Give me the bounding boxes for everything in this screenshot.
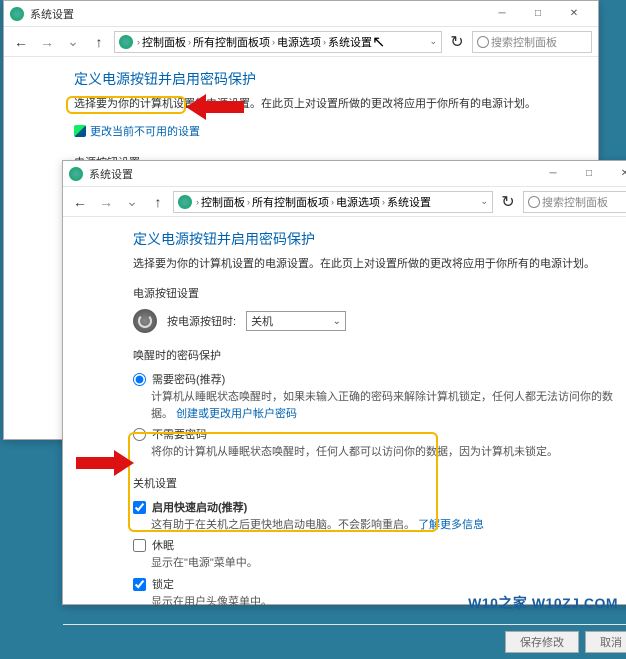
close-button[interactable]: ✕	[556, 2, 592, 26]
power-button-label: 按电源按钮时:	[167, 313, 236, 329]
minimize-button[interactable]: ─	[484, 2, 520, 26]
maximize-button[interactable]: □	[520, 2, 556, 26]
forward-button[interactable]: →	[95, 191, 117, 213]
radio-need-password-input[interactable]	[133, 373, 146, 386]
highlight-shutdown-section	[128, 432, 438, 532]
power-button-dropdown[interactable]: 关机	[246, 311, 346, 331]
refresh-button[interactable]: ↻	[446, 31, 468, 53]
up-button[interactable]: ↑	[88, 31, 110, 53]
search-input[interactable]: 搜索控制面板	[523, 191, 626, 213]
search-input[interactable]: 搜索控制面板	[472, 31, 592, 53]
forward-button[interactable]: →	[36, 31, 58, 53]
minimize-button[interactable]: ─	[535, 162, 571, 186]
breadcrumb[interactable]: › 控制面板› 所有控制面板项› 电源选项› 系统设置 ⌄	[114, 31, 442, 53]
need-password-desc: 计算机从睡眠状态唤醒时，如果未输入正确的密码来解除计算机锁定，任何人都无法访问你…	[151, 389, 619, 422]
window-front: 系统设置 ─ □ ✕ ← → ⌄ ↑ › 控制面板› 所有控制面板项› 电源选项…	[62, 160, 626, 605]
history-dropdown[interactable]: ⌄	[121, 191, 143, 213]
app-icon	[69, 167, 83, 181]
location-icon	[178, 195, 192, 209]
maximize-button[interactable]: □	[571, 162, 607, 186]
shield-icon	[74, 125, 86, 137]
location-icon	[119, 35, 133, 49]
page-subtitle: 选择要为你的计算机设置的电源设置。在此页上对设置所做的更改将应用于你所有的电源计…	[133, 255, 619, 271]
page-title: 定义电源按钮并启用密码保护	[74, 69, 568, 89]
annotation-arrow-2	[74, 448, 134, 478]
refresh-button[interactable]: ↻	[497, 191, 519, 213]
sleep-desc: 显示在"电源"菜单中。	[151, 555, 619, 572]
breadcrumb[interactable]: › 控制面板› 所有控制面板项› 电源选项› 系统设置 ⌄	[173, 191, 493, 213]
content-area: 定义电源按钮并启用密码保护 选择要为你的计算机设置的电源设置。在此页上对设置所做…	[63, 217, 626, 624]
close-button[interactable]: ✕	[607, 162, 626, 186]
titlebar: 系统设置 ─ □ ✕	[4, 1, 598, 27]
radio-need-password[interactable]: 需要密码(推荐)	[133, 371, 619, 387]
cancel-button[interactable]: 取消	[585, 631, 626, 653]
check-sleep[interactable]: 休眠	[133, 537, 619, 553]
history-dropdown[interactable]: ⌄	[62, 31, 84, 53]
annotation-arrow-1	[186, 92, 246, 122]
button-bar: 保存修改 取消	[63, 624, 626, 659]
power-icon	[133, 309, 157, 333]
section-wake-password: 唤醒时的密码保护	[133, 347, 619, 363]
window-title: 系统设置	[89, 166, 535, 182]
back-button[interactable]: ←	[69, 191, 91, 213]
create-password-link[interactable]: 创建或更改用户帐户密码	[176, 408, 297, 420]
watermark: W10之家 W10ZJ.COM	[468, 593, 618, 613]
up-button[interactable]: ↑	[147, 191, 169, 213]
change-unavailable-link[interactable]: 更改当前不可用的设置	[74, 123, 200, 139]
check-lock[interactable]: 锁定	[133, 576, 619, 592]
section-power-button: 电源按钮设置	[133, 285, 619, 301]
navbar: ← → ⌄ ↑ › 控制面板› 所有控制面板项› 电源选项› 系统设置 ⌄ ↻ …	[63, 187, 626, 217]
check-sleep-input[interactable]	[133, 539, 146, 552]
highlight-change-link	[66, 96, 186, 114]
save-button[interactable]: 保存修改	[505, 631, 579, 653]
check-lock-input[interactable]	[133, 578, 146, 591]
titlebar: 系统设置 ─ □ ✕	[63, 161, 626, 187]
navbar: ← → ⌄ ↑ › 控制面板› 所有控制面板项› 电源选项› 系统设置 ⌄ ↻ …	[4, 27, 598, 57]
window-title: 系统设置	[30, 6, 484, 22]
back-button[interactable]: ←	[10, 31, 32, 53]
app-icon	[10, 7, 24, 21]
page-title: 定义电源按钮并启用密码保护	[133, 229, 619, 249]
